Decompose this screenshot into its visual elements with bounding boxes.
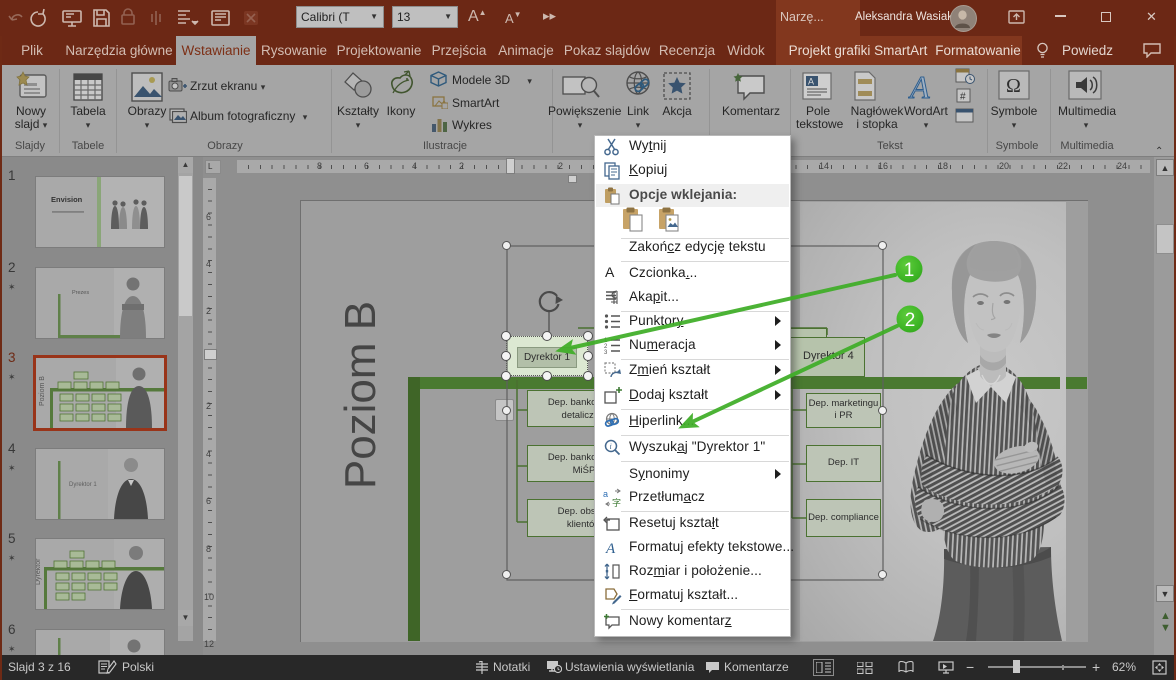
svg-text:1: 1 [904,260,915,281]
svg-text:2: 2 [905,310,916,331]
